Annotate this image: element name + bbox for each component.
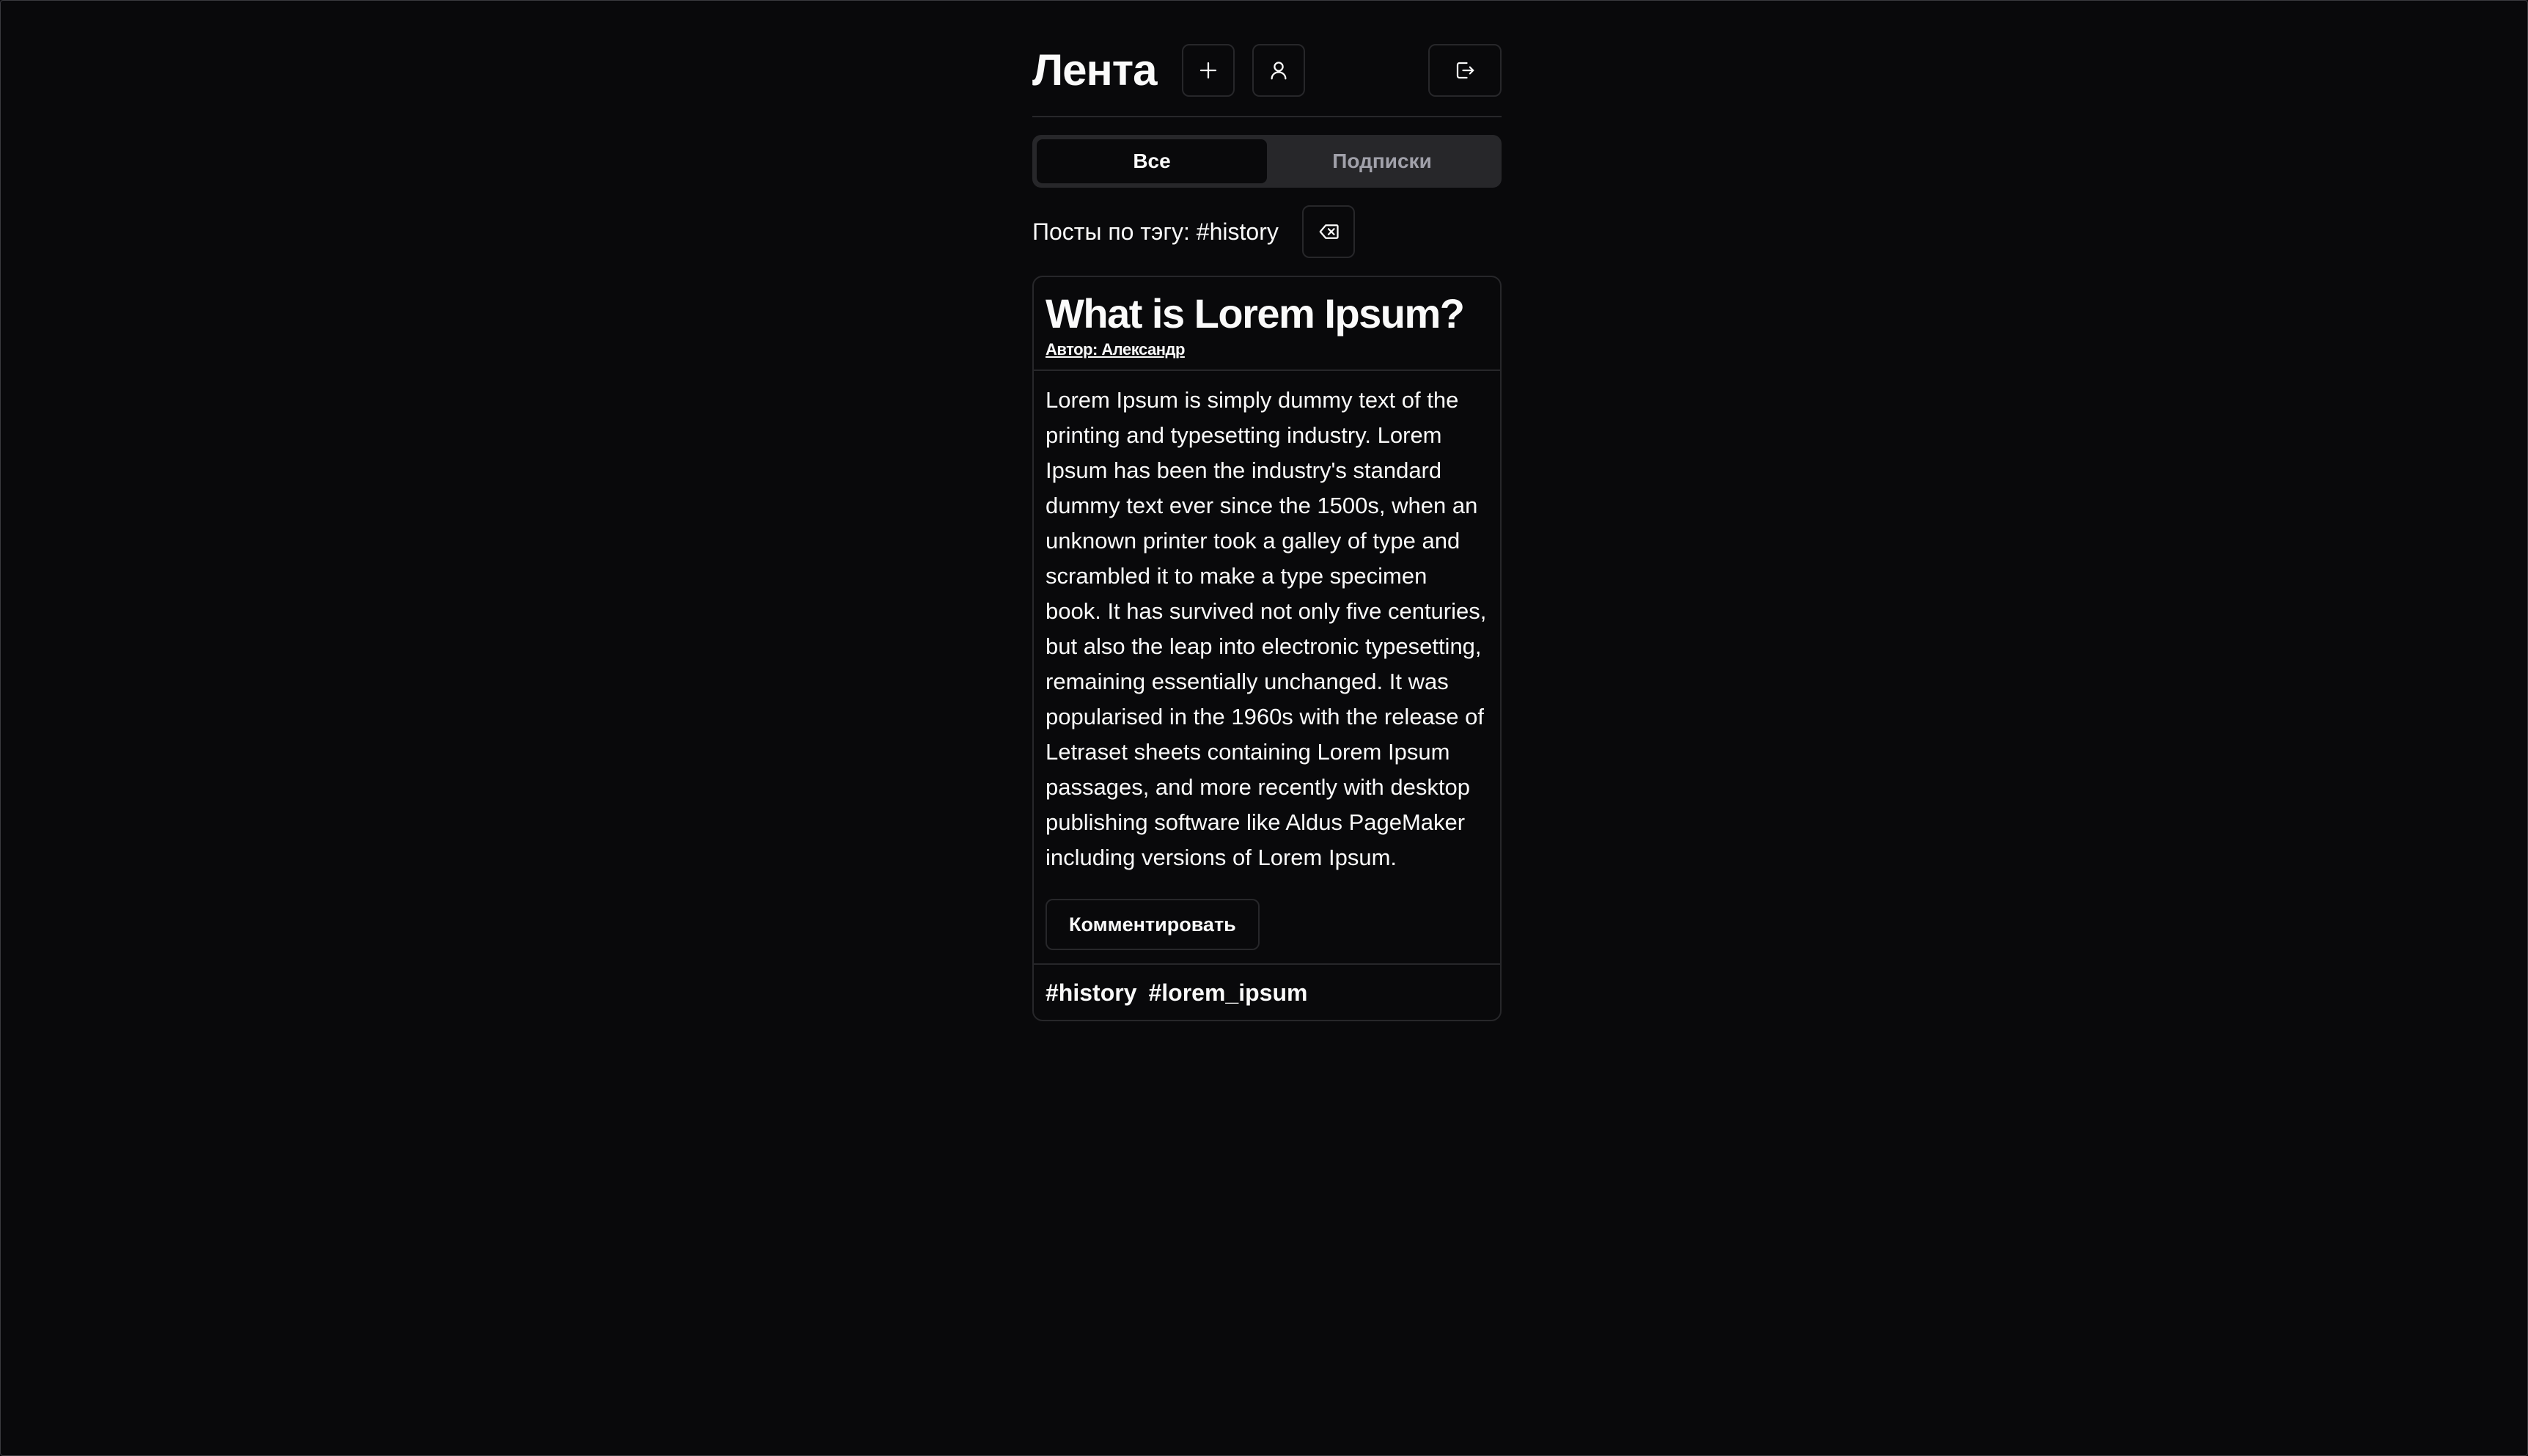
post-title: What is Lorem Ipsum? — [1046, 290, 1465, 337]
post-text: Lorem Ipsum is simply dummy text of the … — [1046, 387, 1487, 870]
tab-subscriptions[interactable]: Подписки — [1267, 139, 1497, 183]
tag-filter: Посты по тэгу: #history — [1032, 205, 1502, 258]
tab-all[interactable]: Все — [1037, 139, 1267, 183]
logout-button[interactable] — [1428, 44, 1502, 97]
post-tags: #history #lorem_ipsum — [1034, 965, 1500, 1020]
feed-column: Лента Все Подписки Посты по тэгу: #histo… — [1032, 44, 1502, 1021]
clear-tag-button[interactable] — [1302, 205, 1355, 258]
user-icon — [1271, 62, 1287, 80]
post-header: What is Lorem Ipsum? Автор: Александр — [1034, 277, 1500, 371]
feed-tabs: Все Подписки — [1032, 135, 1502, 188]
tag-link[interactable]: #history — [1046, 979, 1136, 1007]
log-out-icon — [1456, 62, 1474, 79]
post-card: What is Lorem Ipsum? Автор: Александр Lo… — [1032, 276, 1502, 1021]
backspace-icon — [1319, 224, 1339, 239]
comment-button[interactable]: Комментировать — [1046, 899, 1260, 950]
tag-link[interactable]: #lorem_ipsum — [1148, 979, 1307, 1007]
page-title: Лента — [1032, 45, 1157, 95]
post-author-link[interactable]: Автор: Александр — [1046, 340, 1185, 359]
plus-icon — [1199, 62, 1217, 79]
add-post-button[interactable] — [1182, 44, 1235, 97]
page-header: Лента — [1032, 44, 1502, 117]
post-body: Lorem Ipsum is simply dummy text of the … — [1034, 371, 1500, 965]
profile-button[interactable] — [1252, 44, 1305, 97]
tag-filter-label: Посты по тэгу: #history — [1032, 218, 1279, 245]
